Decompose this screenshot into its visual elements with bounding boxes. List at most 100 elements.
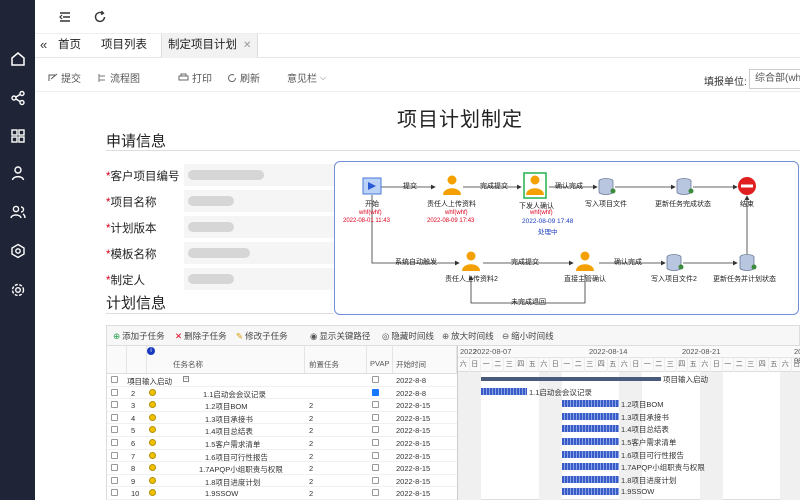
table-row[interactable]: 5 1.4项目总结表 2 2022-8-15 — [107, 424, 457, 437]
pvap-checkbox[interactable] — [372, 464, 379, 472]
pvap-checkbox[interactable] — [372, 451, 379, 459]
row-number: 9 — [131, 476, 136, 486]
flow-node-update-plan-status[interactable]: 更新任务并计划状态 — [713, 274, 776, 284]
tool-label: 修改子任务 — [245, 331, 288, 341]
row-checkbox[interactable] — [111, 388, 118, 396]
gantt-task-bar[interactable] — [561, 438, 619, 445]
status-face-icon — [149, 464, 156, 472]
table-row[interactable]: 7 1.6项目可行性报告 2 2022-8-15 — [107, 450, 457, 463]
gantt-bar-label: 项目输入启动 — [663, 375, 708, 384]
row-checkbox[interactable] — [111, 451, 118, 459]
show-critical-path-button[interactable]: ◉ 显示关键路径 — [310, 330, 370, 342]
table-row[interactable]: 9 1.8项目进度计划 2 2022-8-15 — [107, 475, 457, 488]
opinions-dropdown[interactable]: 意见栏 ⌵ — [287, 70, 326, 86]
hide-timeline-button[interactable]: ◎ 隐藏时间线 — [382, 330, 434, 342]
row-checkbox[interactable] — [111, 376, 118, 383]
col-name — [147, 346, 305, 373]
submit-button[interactable]: 提交 — [48, 70, 81, 85]
flow-node-start[interactable]: 开始 — [365, 199, 379, 209]
pvap-checkbox[interactable] — [372, 426, 379, 434]
gantt-bar-label: 1.8项目进度计划 — [621, 475, 677, 485]
pvap-checkbox[interactable] — [372, 376, 379, 383]
table-row[interactable]: 2 1.1启动会会议记录 2022-8-8 — [107, 387, 457, 400]
flow-node-end[interactable]: 结束 — [740, 199, 754, 209]
row-checkbox[interactable] — [111, 464, 118, 472]
header-start[interactable]: 开始时间 — [396, 359, 426, 370]
add-subtask-button[interactable]: ⊕ 添加子任务 — [113, 330, 165, 342]
tab-label: 首页 — [58, 39, 81, 51]
flow-node-write-file-2[interactable]: 写入项目文件2 — [651, 274, 697, 284]
gantt-task-bar[interactable] — [481, 387, 527, 395]
gear-icon[interactable] — [9, 281, 26, 298]
zoom-in-timeline-button[interactable]: ⊕ 放大时间线 — [442, 330, 494, 342]
users-icon[interactable] — [9, 203, 26, 220]
collapse-icon[interactable]: − — [183, 376, 189, 382]
edit-subtask-button[interactable]: ✎ 修改子任务 — [236, 330, 288, 342]
tab-make-plan[interactable]: 制定项目计划 ✕ — [161, 34, 259, 58]
pvap-checkbox[interactable] — [372, 388, 379, 396]
gantt-bar-label: 1.7APQP小组职责与权限 — [621, 463, 705, 473]
row-checkbox[interactable] — [111, 413, 118, 421]
reload-icon[interactable] — [92, 9, 108, 25]
pvap-checkbox[interactable] — [372, 413, 379, 421]
row-checkbox[interactable] — [111, 489, 118, 497]
table-row[interactable]: 8 1.7APQP小组职责与权限 2 2022-8-15 — [107, 462, 457, 475]
gantt-summary-bar[interactable] — [481, 377, 661, 381]
user-icon[interactable] — [9, 164, 26, 181]
gantt-task-bar[interactable] — [561, 412, 619, 420]
flow-node-update-status[interactable]: 更新任务完成状态 — [655, 199, 711, 209]
row-checkbox[interactable] — [111, 439, 118, 446]
pvap-checkbox[interactable] — [372, 439, 379, 446]
header-parent[interactable]: 前置任务 — [309, 359, 339, 370]
tab-close-icon[interactable]: ✕ — [243, 40, 251, 51]
row-number: 3 — [131, 401, 136, 411]
tab-project-list[interactable]: 项目列表 — [95, 34, 153, 58]
gantt-task-bar[interactable] — [561, 400, 619, 408]
table-row[interactable]: 10 1.9SSOW 2 2022-8-15 — [107, 487, 457, 500]
col-check — [107, 346, 127, 373]
delete-subtask-button[interactable]: ✕ 删除子任务 — [175, 330, 227, 342]
refresh-button[interactable]: 刷新 — [227, 70, 260, 85]
print-button[interactable]: 打印 — [178, 70, 212, 85]
table-row[interactable]: 6 1.5客户需求清单 2 2022-8-15 — [107, 437, 457, 450]
tab-home[interactable]: 首页 — [52, 34, 87, 58]
zoom-out-timeline-button[interactable]: ⊖ 缩小时间线 — [502, 330, 554, 342]
menu-collapse-icon[interactable] — [57, 9, 73, 25]
section-divider — [106, 150, 800, 151]
header-name[interactable]: 任务名称 — [173, 359, 203, 370]
header-pvap[interactable]: PVAP — [370, 359, 389, 368]
task-start: 2022-8-15 — [396, 413, 431, 423]
pvap-checkbox[interactable] — [372, 401, 379, 409]
redacted-value — [188, 170, 264, 180]
gantt-task-bar[interactable] — [561, 450, 619, 458]
dept-input[interactable]: 综合部(whf) — [749, 69, 800, 89]
gantt-panel: ⊕ 添加子任务 ✕ 删除子任务 ✎ 修改子任务 ◉ 显示关键路径 ◎ 隐藏时间线 ⊕ 放大时… — [106, 325, 800, 500]
home-icon[interactable] — [9, 50, 26, 67]
row-checkbox[interactable] — [111, 401, 118, 409]
pvap-checkbox[interactable] — [372, 489, 379, 497]
flow-node-upload[interactable]: 责任人上传资料 — [427, 199, 476, 209]
flow-note-who: whf(whf) — [530, 210, 553, 216]
tabs-back-icon[interactable]: « — [40, 37, 47, 52]
gantt-task-bar[interactable] — [561, 475, 619, 483]
timeline-day-cell: 六 — [539, 358, 550, 372]
flow-node-upload-2[interactable]: 责任人上传资料2 — [445, 274, 498, 284]
gantt-task-bar[interactable] — [561, 463, 619, 471]
weekend-shade — [458, 372, 481, 500]
flow-node-write-file[interactable]: 写入项目文件 — [585, 199, 627, 209]
field-creator: *制定人 — [106, 268, 346, 290]
table-row[interactable]: 3 1.2项目BOM 2 2022-8-15 — [107, 399, 457, 412]
settings-hex-icon[interactable] — [9, 242, 26, 259]
row-checkbox[interactable] — [111, 476, 118, 484]
flow-node-manager-confirm[interactable]: 直接主管确认 — [564, 274, 606, 284]
gantt-task-bar[interactable] — [561, 425, 619, 433]
pvap-checkbox[interactable] — [372, 476, 379, 484]
table-row[interactable]: 1− 项目输入启动 2022-8-8 — [107, 374, 457, 387]
flowchart-button[interactable]: 流程图 — [97, 70, 140, 85]
table-row[interactable]: 4 1.3项目承接书 2 2022-8-15 — [107, 412, 457, 425]
timeline-day-cell: 五 — [608, 358, 619, 372]
row-checkbox[interactable] — [111, 426, 118, 434]
task-start: 2022-8-15 — [396, 464, 431, 474]
tool-label: 显示关键路径 — [319, 331, 371, 341]
gantt-task-bar[interactable] — [561, 488, 619, 496]
